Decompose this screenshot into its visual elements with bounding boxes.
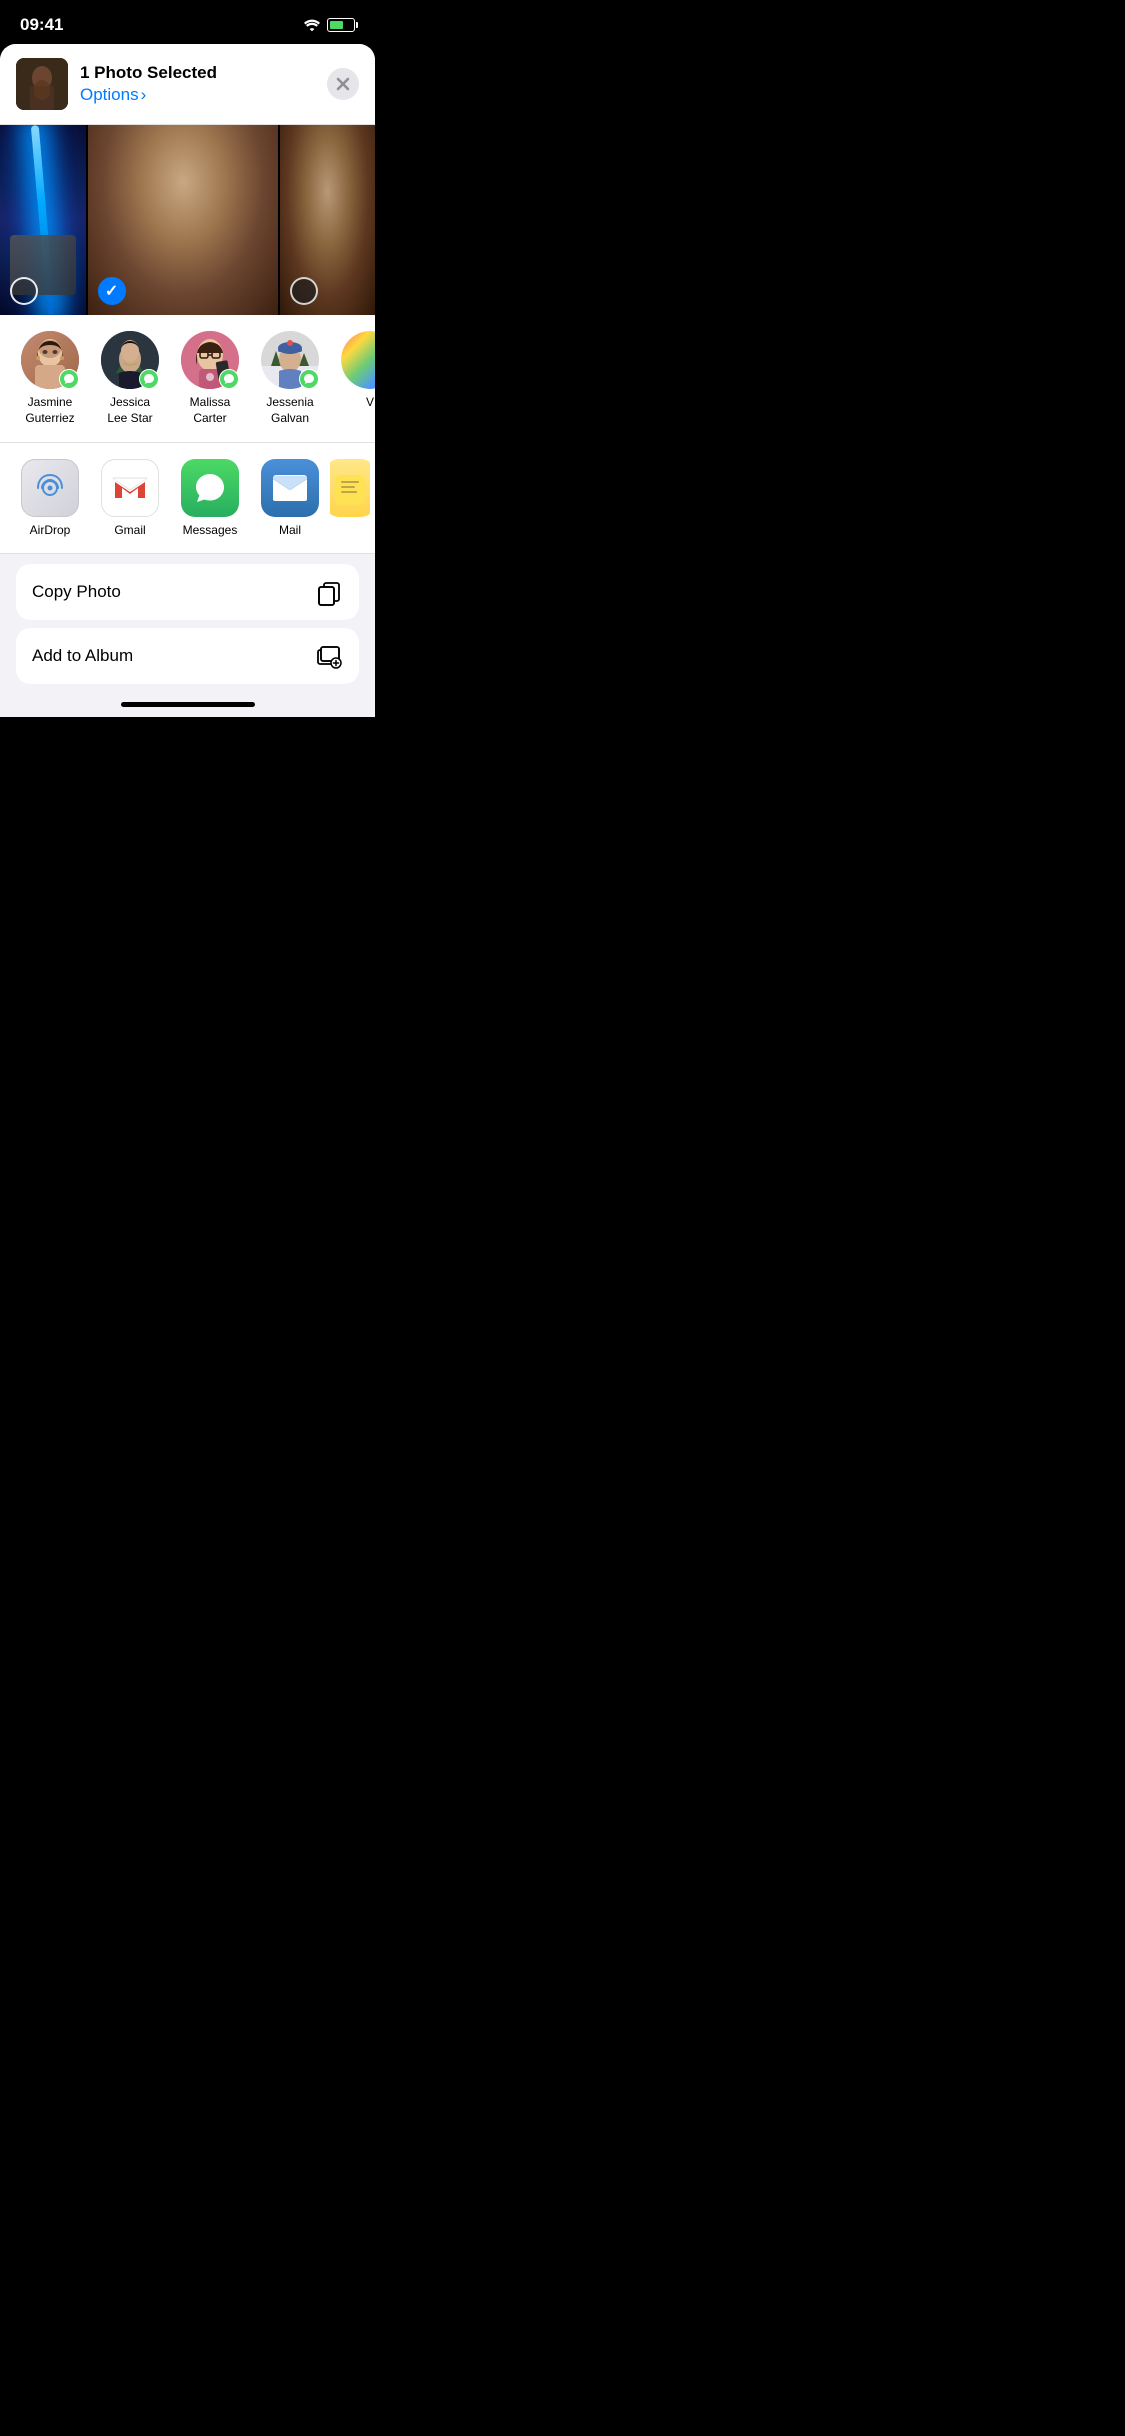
- apps-scroll: AirDrop Gmail: [0, 459, 375, 537]
- contact-avatar-wrap-jessenia: [261, 331, 319, 389]
- share-sheet: 1 Photo Selected Options ›: [0, 44, 375, 717]
- airdrop-app-icon: [21, 459, 79, 517]
- notes-app-icon: [330, 459, 370, 517]
- message-badge-icon-jessenia: [303, 373, 315, 385]
- wifi-icon: [303, 18, 321, 32]
- contact-name-jasmine: JasmineGuterriez: [25, 395, 74, 426]
- selection-circle-3[interactable]: [290, 277, 318, 305]
- messages-app-label: Messages: [183, 523, 238, 537]
- app-item-airdrop[interactable]: AirDrop: [10, 459, 90, 537]
- close-icon: [336, 77, 350, 91]
- message-badge-icon-jessica: [143, 373, 155, 385]
- messages-icon: [192, 470, 228, 506]
- add-to-album-row[interactable]: Add to Album: [16, 628, 359, 684]
- options-link[interactable]: Options ›: [80, 85, 315, 105]
- contact-name-jessica: JessicaLee Star: [107, 395, 152, 426]
- message-badge-icon: [63, 373, 75, 385]
- home-bar: [121, 702, 255, 707]
- home-indicator: [0, 694, 375, 717]
- photo-cell-lightsaber[interactable]: [0, 125, 86, 315]
- header-text-group: 1 Photo Selected Options ›: [80, 63, 315, 105]
- airdrop-icon: [33, 471, 67, 505]
- contact-badge-jessica: [139, 369, 159, 389]
- contact-avatar-wrap-v: [341, 331, 375, 389]
- photo-strip: [0, 125, 375, 315]
- thumbnail-image: [16, 58, 68, 110]
- thumbnail-svg: [16, 58, 68, 110]
- status-time: 09:41: [20, 15, 63, 35]
- copy-photo-label: Copy Photo: [32, 582, 121, 602]
- notes-icon: [335, 471, 365, 505]
- contact-name-malissa: MalissaCarter: [190, 395, 231, 426]
- photo-cell-man-right[interactable]: [280, 125, 375, 315]
- contact-badge-malissa: [219, 369, 239, 389]
- copy-icon: [315, 578, 343, 606]
- contact-name-jessenia: JesseniaGalvan: [266, 395, 313, 426]
- photo-cell-man-center[interactable]: [88, 125, 278, 315]
- apps-section: AirDrop Gmail: [0, 443, 375, 554]
- contact-avatar-wrap-jessica: [101, 331, 159, 389]
- contact-item-jessica[interactable]: JessicaLee Star: [90, 331, 170, 426]
- mail-app-label: Mail: [279, 523, 301, 537]
- mail-app-icon: [261, 459, 319, 517]
- contact-avatar-wrap-jasmine: [21, 331, 79, 389]
- actions-section: Copy Photo Add to Album: [0, 554, 375, 694]
- gmail-icon: [112, 474, 148, 502]
- selection-circle-2[interactable]: [98, 277, 126, 305]
- contact-name-v: V: [366, 395, 374, 411]
- contact-badge-jessenia: [299, 369, 319, 389]
- add-album-icon: [315, 642, 343, 670]
- message-badge-icon-malissa: [223, 373, 235, 385]
- status-icons: [303, 18, 355, 32]
- copy-photo-row[interactable]: Copy Photo: [16, 564, 359, 620]
- app-item-notes[interactable]: [330, 459, 370, 537]
- contacts-scroll: JasmineGuterriez: [0, 331, 375, 426]
- contact-item-jessenia[interactable]: JesseniaGalvan: [250, 331, 330, 426]
- contact-avatar-wrap-malissa: [181, 331, 239, 389]
- app-item-messages[interactable]: Messages: [170, 459, 250, 537]
- battery-icon: [327, 18, 355, 32]
- gmail-app-icon: [101, 459, 159, 517]
- contact-avatar-v: [341, 331, 375, 389]
- share-header: 1 Photo Selected Options ›: [0, 44, 375, 125]
- photo-count-label: 1 Photo Selected: [80, 63, 315, 83]
- status-bar: 09:41: [0, 0, 375, 44]
- contact-badge-jasmine: [59, 369, 79, 389]
- contact-item-v[interactable]: V: [330, 331, 375, 426]
- app-item-mail[interactable]: Mail: [250, 459, 330, 537]
- selection-circle-1[interactable]: [10, 277, 38, 305]
- contact-item-jasmine[interactable]: JasmineGuterriez: [10, 331, 90, 426]
- contacts-section: JasmineGuterriez: [0, 315, 375, 443]
- mail-icon: [272, 474, 308, 502]
- app-item-gmail[interactable]: Gmail: [90, 459, 170, 537]
- airdrop-app-label: AirDrop: [30, 523, 71, 537]
- add-to-album-label: Add to Album: [32, 646, 133, 666]
- header-thumbnail: [16, 58, 68, 110]
- contact-item-malissa[interactable]: MalissaCarter: [170, 331, 250, 426]
- gmail-app-label: Gmail: [114, 523, 145, 537]
- close-button[interactable]: [327, 68, 359, 100]
- messages-app-icon: [181, 459, 239, 517]
